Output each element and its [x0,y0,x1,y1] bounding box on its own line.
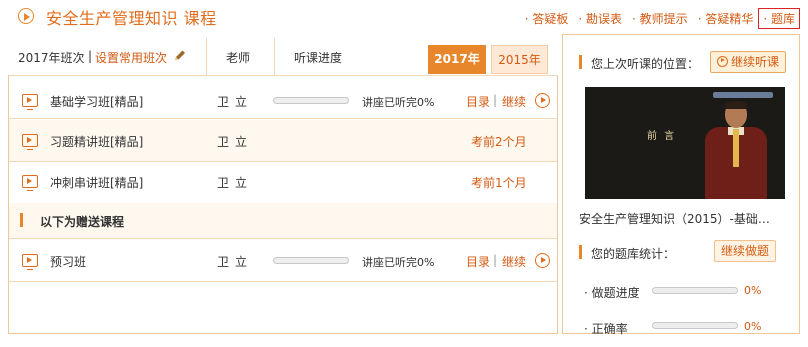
tab-2017[interactable]: 2017年 [428,45,486,74]
link-errata[interactable]: 勘误表 [573,8,627,29]
column-divider [274,38,275,76]
column-divider [206,38,207,76]
pencil-icon[interactable] [173,49,187,63]
continue-listen-button[interactable]: 继续听课 [710,51,787,73]
stat-label: · 正确率 [584,322,628,336]
course-play-icon [18,8,34,24]
lecturer-hair [725,101,747,109]
section-marker [20,213,23,227]
catalog-link[interactable]: 目录 [466,93,490,110]
gift-section-title: 以下为赠送课程 [40,215,125,229]
stat-progress-label: 做题进度 [591,286,640,300]
progress-bar [273,97,349,104]
header-divider: | [88,49,93,63]
continue-link[interactable]: 继续 [502,93,526,110]
course-name[interactable]: 习题精讲班[精品] [50,133,143,150]
question-bank-label: 您的题库统计： [591,247,676,261]
play-icon[interactable] [535,93,550,108]
continue-practice-button[interactable]: 继续做题 [714,240,777,262]
year-label: 2017年班次 [18,51,85,65]
exam-timing: 考前2个月 [471,135,527,149]
video-caption: 前 言 [647,131,677,142]
section-marker [579,55,582,69]
stat-progress-value: 0% [744,284,762,297]
link-question-bank[interactable]: 题库 [758,8,800,29]
video-course-icon [22,94,38,110]
last-position-label: 您上次听课的位置： [591,57,700,71]
progress-text: 讲座已听完0% [362,256,435,269]
link-qa-board[interactable]: 答疑板 [520,8,574,29]
link-separator: | [493,253,498,267]
exam-timing: 考前1个月 [471,176,527,190]
page-title: 安全生产管理知识 课程 [46,9,217,28]
link-separator: | [493,93,498,107]
stat-accuracy-label: 正确率 [591,322,628,336]
course-teacher: 卫立 [217,95,254,109]
video-course-icon [22,254,38,270]
stat-accuracy-value: 0% [744,320,762,333]
tab-2015[interactable]: 2015年 [491,45,548,74]
lecturer-tie [733,129,739,167]
course-name[interactable]: 基础学习班[精品] [50,93,143,110]
section-marker [579,245,582,259]
continue-listen-label: 继续听课 [731,55,780,69]
set-common-class-link[interactable]: 设置常用班次 [95,49,167,66]
top-links: 答疑板 勘误表 教师提示 答疑精华 题库 [520,8,800,29]
stat-accuracy-bar [652,322,738,329]
video-course-icon [22,175,38,191]
catalog-link[interactable]: 目录 [466,253,490,270]
video-course-icon [22,134,38,150]
continue-link[interactable]: 继续 [502,253,526,270]
stat-progress-bar [652,287,738,294]
progress-bar [273,257,349,264]
stat-label: · 做题进度 [584,286,640,300]
progress-text: 讲座已听完0% [362,96,435,109]
link-qa-highlights[interactable]: 答疑精华 [693,8,759,29]
course-teacher: 卫立 [217,176,254,190]
course-name[interactable]: 预习班 [50,253,86,270]
course-teacher: 卫立 [217,255,254,269]
course-teacher: 卫立 [217,135,254,149]
link-teacher-tips[interactable]: 教师提示 [627,8,693,29]
video-thumbnail[interactable]: 前 言 [585,87,785,199]
video-title[interactable]: 安全生产管理知识（2015）-基础… [579,210,770,227]
video-logo [713,92,773,98]
course-name[interactable]: 冲刺串讲班[精品] [50,174,143,191]
play-icon[interactable] [535,253,550,268]
play-icon [717,56,728,67]
col-teacher-header: 老师 [226,51,251,65]
col-progress-header: 听课进度 [294,51,343,65]
